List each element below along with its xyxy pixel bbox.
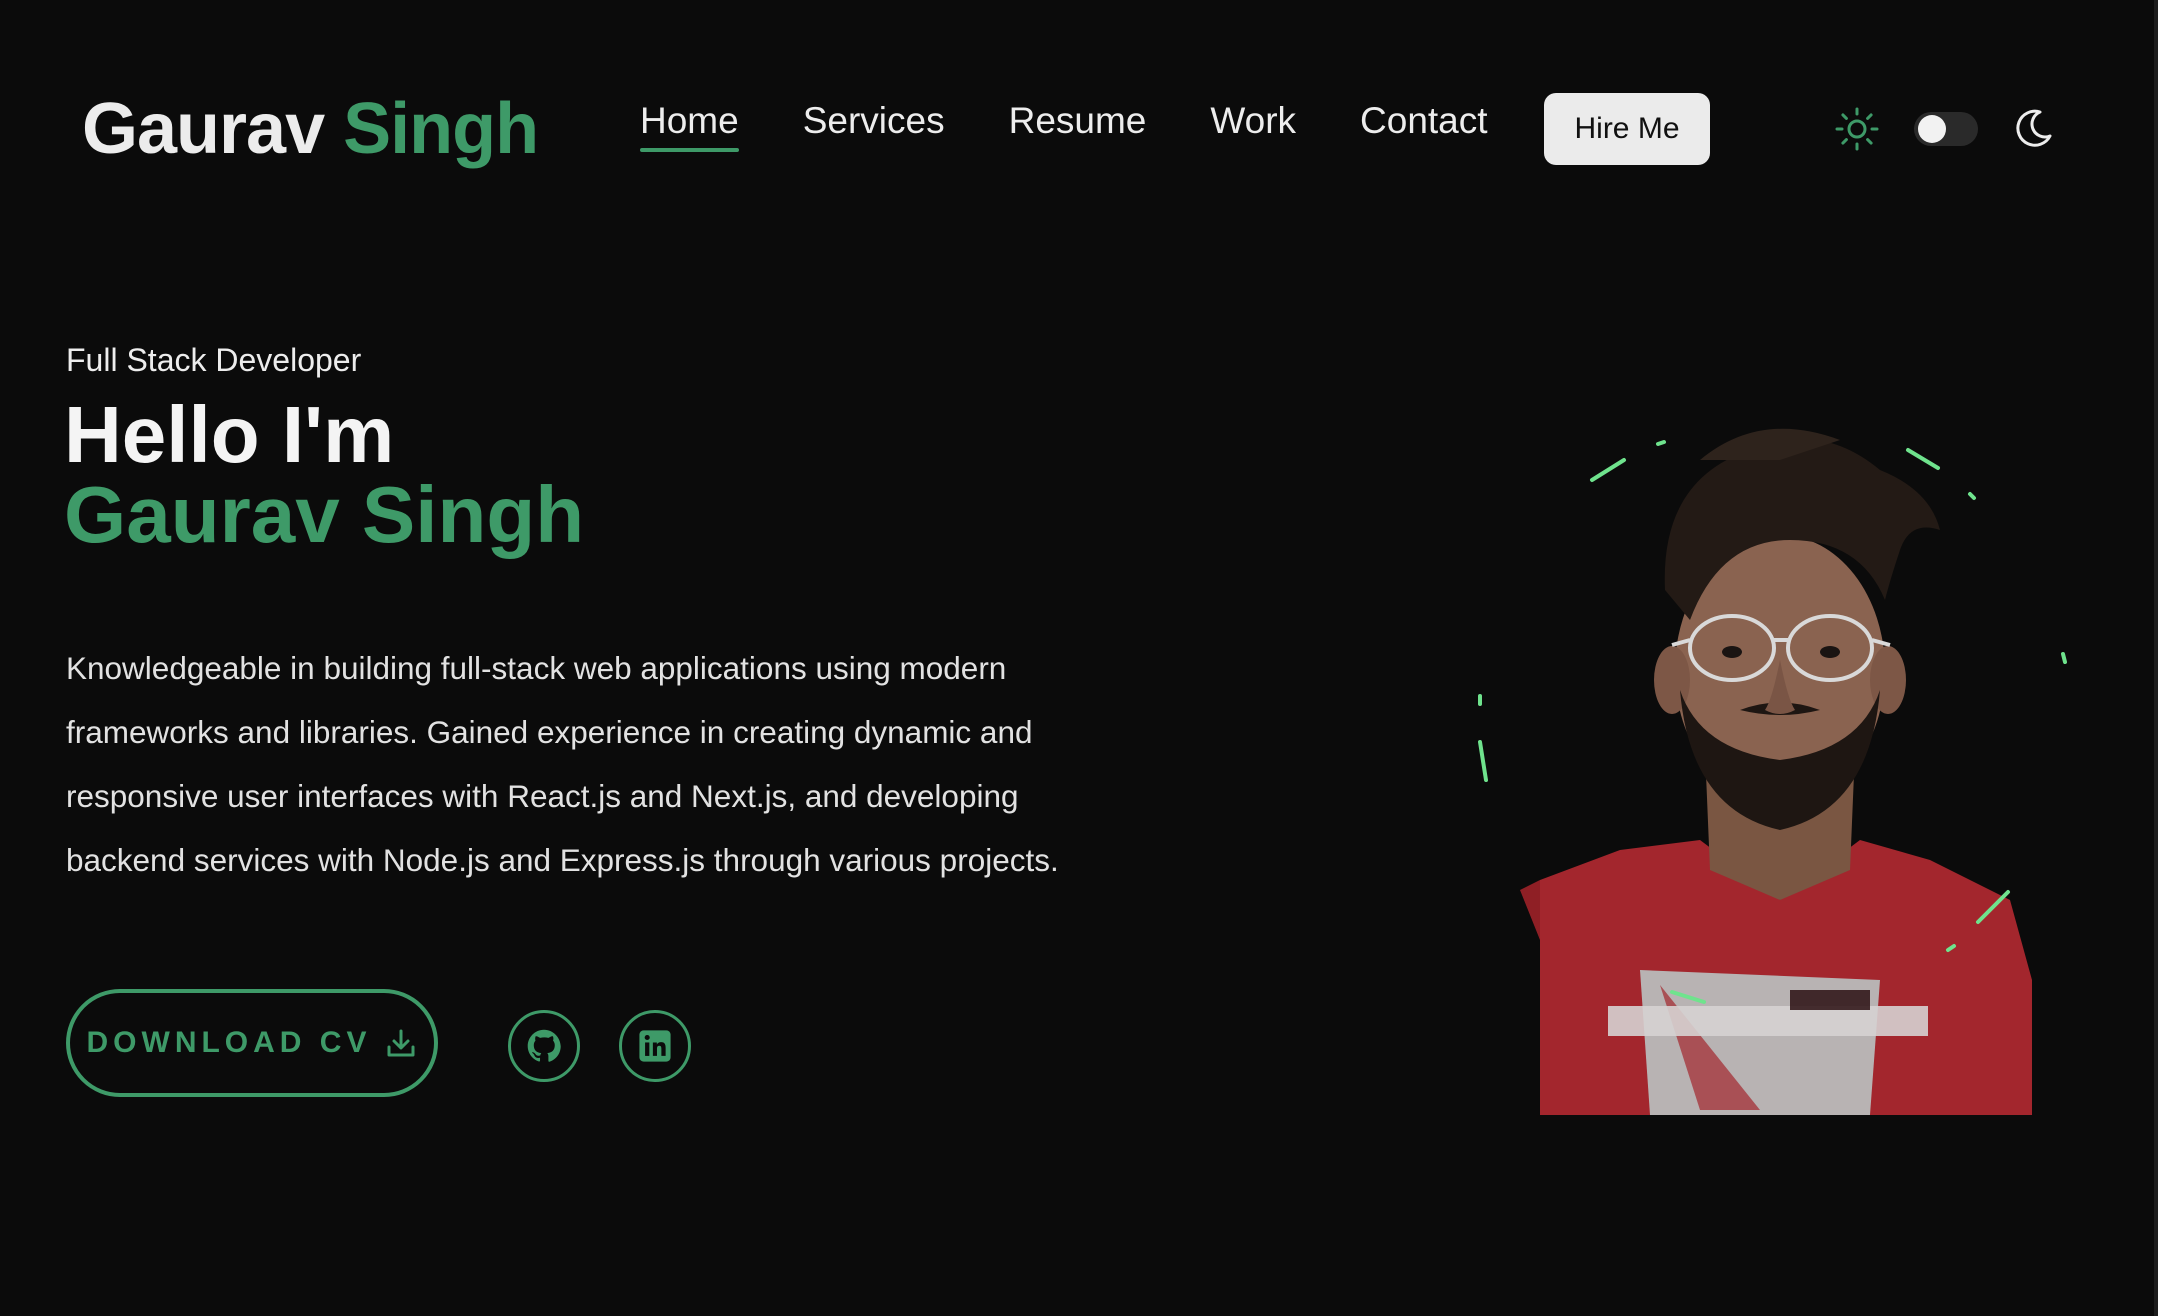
nav-home[interactable]: Home (640, 100, 739, 152)
profile-photo-illustration (1478, 428, 2067, 1115)
linkedin-icon (639, 1030, 671, 1062)
download-cv-label: DOWNLOAD CV (86, 1026, 372, 1059)
main-nav: Home Services Resume Work Contact (640, 100, 1552, 152)
nav-work[interactable]: Work (1210, 100, 1296, 142)
scrollbar-edge (2154, 0, 2158, 1316)
logo-last-name: Singh (343, 89, 539, 169)
moon-icon[interactable] (2010, 106, 2056, 152)
hero-name: Gaurav Singh (64, 470, 585, 559)
page: Gaurav Singh Home Services Resume Work C… (0, 0, 2158, 1316)
logo-first-name: Gaurav (82, 89, 325, 169)
hero-greeting: Hello I'm (64, 390, 395, 479)
linkedin-link[interactable] (619, 1010, 691, 1082)
theme-toggle-knob (1918, 115, 1946, 143)
logo[interactable]: Gaurav Singh (82, 88, 539, 170)
download-cv-button[interactable]: DOWNLOAD CV (66, 989, 438, 1097)
theme-toggle[interactable] (1914, 112, 1978, 146)
hero-role: Full Stack Developer (66, 342, 362, 378)
github-icon (527, 1029, 561, 1062)
nav-contact[interactable]: Contact (1360, 100, 1488, 142)
sun-icon[interactable] (1834, 106, 1880, 152)
nav-services[interactable]: Services (803, 100, 945, 142)
profile-photo (1460, 420, 2100, 1120)
github-link[interactable] (508, 1010, 580, 1082)
download-icon (387, 1029, 415, 1057)
hero-description: Knowledgeable in building full-stack web… (66, 649, 1059, 878)
hire-me-button[interactable]: Hire Me (1544, 93, 1710, 165)
nav-resume[interactable]: Resume (1009, 100, 1147, 142)
